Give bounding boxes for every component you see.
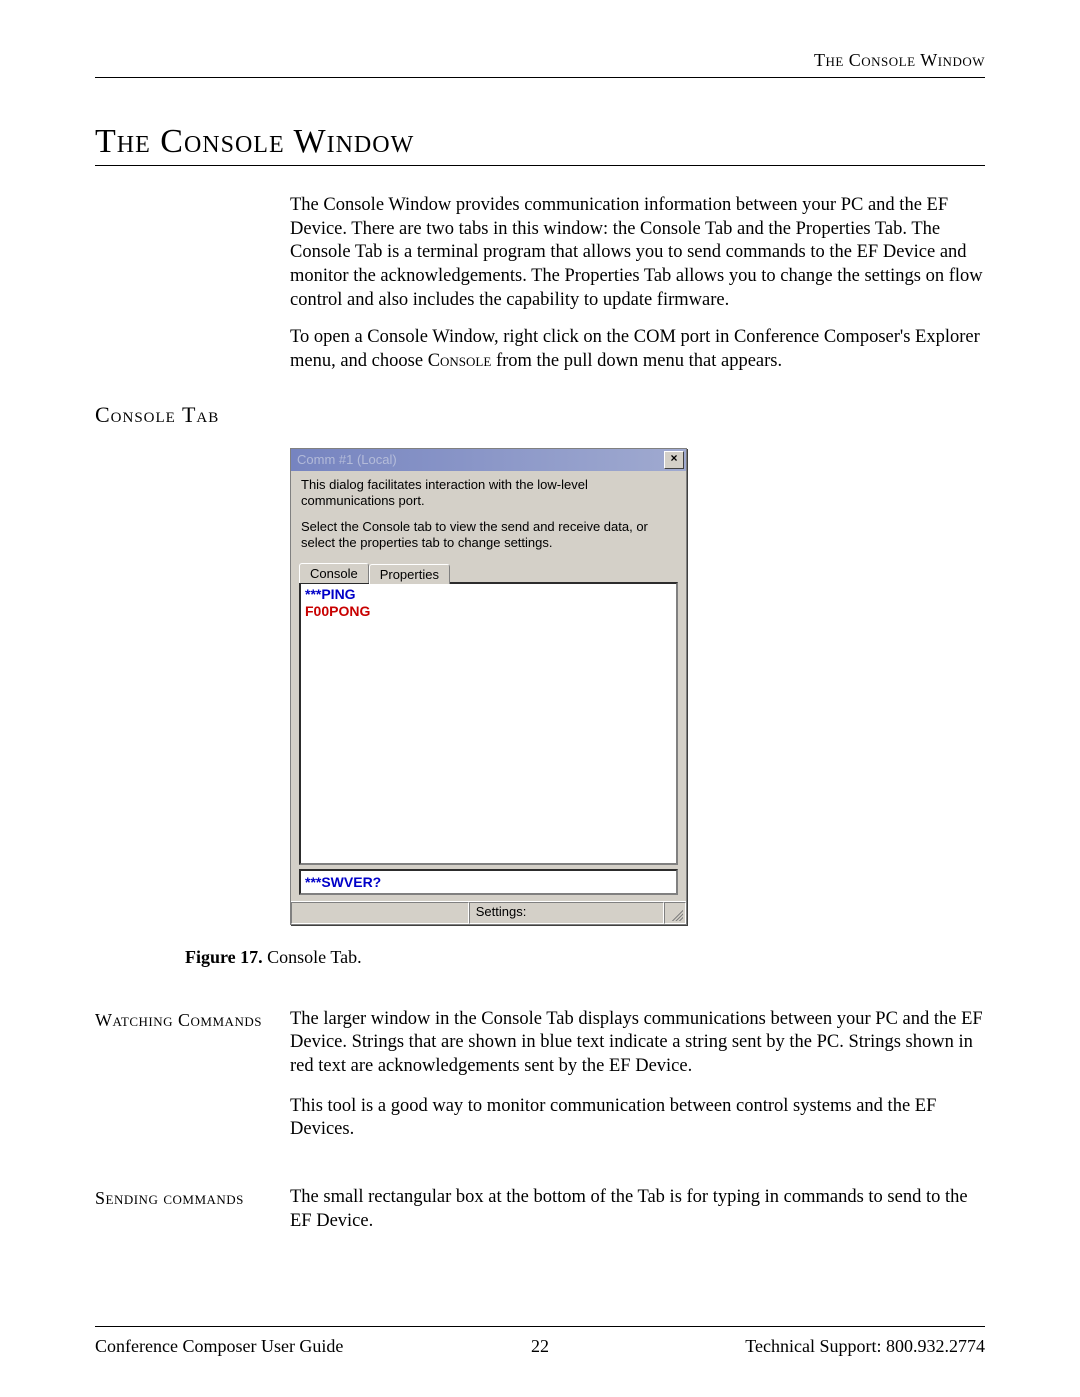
tab-properties[interactable]: Properties	[369, 564, 450, 584]
dialog-help-1: This dialog facilitates interaction with…	[301, 477, 676, 510]
figure-label: Figure 17.	[185, 947, 263, 967]
watching-commands-row-2: This tool is a good way to monitor commu…	[95, 1095, 985, 1142]
watching-commands-label: Watching Commands	[95, 1008, 272, 1079]
footer-row: Conference Composer User Guide 22 Techni…	[95, 1336, 985, 1357]
intro-paragraph-1: The Console Window provides communicatio…	[290, 194, 985, 312]
command-input-wrap	[299, 869, 678, 895]
figure-caption: Figure 17. Console Tab.	[185, 947, 985, 968]
watching-commands-row: Watching Commands The larger window in t…	[95, 1008, 985, 1079]
resize-grip-icon[interactable]	[664, 902, 686, 924]
watching-commands-body-2: This tool is a good way to monitor commu…	[290, 1095, 985, 1142]
figure-text: Console Tab.	[263, 947, 362, 967]
tab-console[interactable]: Console	[299, 563, 369, 583]
status-cell-left	[291, 902, 469, 924]
command-input[interactable]	[299, 869, 678, 895]
status-bar: Settings:	[291, 901, 686, 924]
intro-paragraph-2: To open a Console Window, right click on…	[290, 326, 985, 373]
status-cell-settings: Settings:	[469, 902, 664, 924]
section-heading-console-tab: Console Tab	[95, 402, 985, 428]
console-line-sent: ***PING	[305, 586, 672, 604]
page-number: 22	[531, 1336, 549, 1357]
screenshot-wrapper: Comm #1 (Local) × This dialog facilitate…	[290, 448, 690, 925]
footer-left: Conference Composer User Guide	[95, 1336, 343, 1357]
close-icon[interactable]: ×	[664, 451, 684, 469]
footer-right: Technical Support: 800.932.2774	[745, 1336, 985, 1357]
dialog-titlebar: Comm #1 (Local) ×	[291, 449, 686, 471]
watching-commands-label-blank	[95, 1095, 272, 1142]
chapter-title: The Console Window	[95, 123, 985, 166]
sending-commands-body: The small rectangular box at the bottom …	[290, 1186, 985, 1233]
console-dialog: Comm #1 (Local) × This dialog facilitate…	[290, 448, 687, 925]
dialog-help-2: Select the Console tab to view the send …	[301, 519, 676, 552]
footer-rule	[95, 1326, 985, 1327]
running-header: The Console Window	[95, 50, 985, 77]
sending-commands-row: Sending commands The small rectangular b…	[95, 1186, 985, 1233]
console-line-received: F00PONG	[305, 603, 672, 621]
intro2-console-word: Console	[428, 351, 492, 371]
console-output[interactable]: ***PING F00PONG	[299, 582, 678, 865]
header-rule	[95, 77, 985, 78]
dialog-body: This dialog facilitates interaction with…	[291, 471, 686, 552]
dialog-title-text: Comm #1 (Local)	[297, 449, 397, 471]
tabs-row: Console Properties	[291, 562, 686, 582]
intro2-c: from the pull down menu that appears.	[491, 351, 782, 371]
watching-commands-body: The larger window in the Console Tab dis…	[290, 1008, 985, 1079]
document-page: The Console Window The Console Window Th…	[0, 0, 1080, 1397]
sending-commands-label: Sending commands	[95, 1186, 272, 1233]
